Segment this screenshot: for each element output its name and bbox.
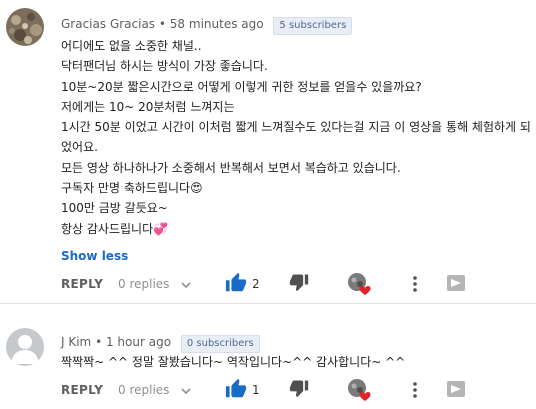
thumb-down-icon[interactable] [289,378,309,398]
comment-line: 100만 금방 갈듯요~ [61,201,168,216]
comment-actions: REPLY 0 replies 1 [0,378,536,402]
comment-1: Gracias Gracias • 58 minutes ago 5 subsc… [0,0,536,303]
comment-line: 었어요. [61,140,98,155]
timestamp[interactable]: 1 hour ago [106,335,171,349]
replies-toggle[interactable]: 0 replies [118,378,191,402]
comment-meta: Gracias Gracias • 58 minutes ago 5 subsc… [61,17,353,35]
subscriber-badge: 5 subscribers [273,17,353,35]
reply-button[interactable]: REPLY [61,378,103,402]
chevron-down-icon [181,272,191,296]
comment-actions: REPLY 0 replies 2 [0,272,536,296]
thumb-up-icon[interactable] [225,378,247,400]
more-vert-icon[interactable] [405,272,425,296]
creator-heart-icon[interactable] [348,378,372,402]
like-count: 2 [252,277,260,291]
creator-heart-icon[interactable] [348,272,372,296]
comment-text: 짝짝짝~ ^^ 정말 잘봤습니다~ 역작입니다~^^ 감사합니다~ ^^ [61,352,531,372]
flag-icon[interactable] [445,378,467,400]
comment-line: 저에게는 10~ 20분처럼 느껴지는 [61,99,235,114]
comment-line: 항상 감사드립니다💞 [61,221,169,236]
avatar[interactable] [6,328,44,366]
comment-line: 모든 영상 하나하나가 소중해서 반복해서 보면서 복습하고 있습니다. [61,160,401,175]
comment-text: 어디에도 없을 소중한 채널.. 닥터팬더님 하시는 방식이 가장 좋습니다. … [61,36,531,239]
reply-button[interactable]: REPLY [61,272,103,296]
comment-line: 10분~20분 짧은시간으로 어떻게 이렇게 귀한 정보를 얻을수 있을까요? [61,79,422,94]
show-less-link[interactable]: Show less [61,249,128,263]
chevron-down-icon [181,378,191,402]
more-vert-icon[interactable] [405,378,425,402]
flag-icon[interactable] [445,272,467,294]
replies-toggle[interactable]: 0 replies [118,272,191,296]
author-name[interactable]: J Kim [61,335,91,349]
comment-line: 닥터팬더님 하시는 방식이 가장 좋습니다. [61,59,268,74]
timestamp[interactable]: 58 minutes ago [170,17,264,31]
thumb-up-icon[interactable] [225,272,247,294]
subscriber-badge: 0 subscribers [180,335,260,353]
author-name[interactable]: Gracias Gracias [61,17,155,31]
comment-line: 어디에도 없을 소중한 채널.. [61,39,202,53]
replies-count: 0 replies [118,277,170,291]
replies-count: 0 replies [118,383,170,397]
avatar[interactable] [6,8,44,46]
thumb-down-icon[interactable] [289,272,309,292]
comment-line: 1시간 50분 이었고 시간이 이처럼 짧게 느껴질수도 있다는걸 지금 이 영… [61,120,531,135]
comment-meta: J Kim • 1 hour ago 0 subscribers [61,335,260,353]
comment-line: 짝짝짝~ ^^ 정말 잘봤습니다~ 역작입니다~^^ 감사합니다~ ^^ [61,355,406,369]
comment-line: 구독자 만명 축하드립니다😍 [61,181,203,196]
comment-2: J Kim • 1 hour ago 0 subscribers 짝짝짝~ ^^… [0,304,536,409]
like-count: 1 [252,383,260,397]
